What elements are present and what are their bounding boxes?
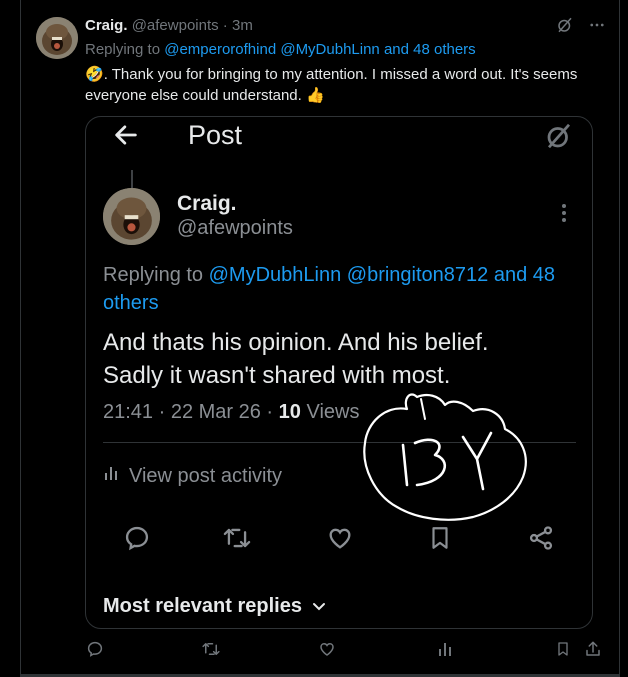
- share-upload-icon[interactable]: [584, 640, 602, 663]
- arrow-left-icon: [112, 121, 140, 154]
- author-name[interactable]: Craig.: [85, 17, 128, 34]
- post-title: Post: [188, 120, 243, 150]
- avatar-image: [103, 188, 160, 245]
- tweet-text: 🤣. Thank you for bringing to my attentio…: [85, 64, 605, 106]
- inner-author-handle: @afewpoints: [177, 217, 293, 239]
- avatar[interactable]: [36, 17, 78, 59]
- inner-post-text: And thats his opinion. And his belief. S…: [103, 326, 583, 392]
- most-relevant-replies: Most relevant replies: [103, 595, 326, 618]
- inner-time: 21:41 · 22 Mar 26 ·: [103, 401, 279, 423]
- tweet-top-icons: [556, 16, 606, 34]
- inner-author-name: Craig.: [177, 192, 237, 215]
- avatar-image: [36, 17, 78, 59]
- retweet-icon[interactable]: [201, 640, 221, 663]
- grok-icon[interactable]: [556, 16, 574, 34]
- bar-chart-icon: [103, 464, 121, 488]
- post-header-bar: Post: [86, 117, 592, 157]
- thread-line: [131, 170, 133, 190]
- tweet-action-bar: [0, 640, 628, 662]
- grok-icon: [544, 121, 574, 156]
- reply-icon[interactable]: [86, 640, 104, 663]
- tweet-time[interactable]: 3m: [232, 17, 253, 34]
- chevron-down-icon: [312, 595, 326, 618]
- reply-icon: [123, 524, 151, 557]
- bookmark-icon[interactable]: [555, 640, 571, 663]
- inner-views-label: Views: [300, 401, 360, 423]
- embedded-screenshot[interactable]: Post Craig. @afewpoints Replying to @MyD…: [85, 116, 593, 629]
- heart-icon[interactable]: [318, 640, 336, 663]
- replying-links[interactable]: @emperorofhind @MyDubhLinn and 48 others: [164, 41, 475, 58]
- view-post-activity: View post activity: [103, 464, 282, 488]
- handwritten-13y-scribble: [363, 393, 527, 521]
- tweet-header: Craig. @afewpoints · 3m: [85, 17, 253, 34]
- activity-label: View post activity: [129, 464, 283, 487]
- more-dots-icon[interactable]: [588, 16, 606, 34]
- inner-replying-prefix: Replying to: [103, 264, 209, 286]
- replying-prefix: Replying to: [85, 41, 165, 58]
- retweet-icon: [222, 524, 252, 557]
- author-handle[interactable]: @afewpoints: [132, 17, 219, 34]
- inner-text-line1: And thats his opinion. And his belief.: [103, 329, 489, 356]
- avatar: [103, 188, 160, 245]
- laughing-emoji: 🤣: [85, 66, 104, 83]
- relevant-label: Most relevant replies: [103, 595, 302, 617]
- more-dots-icon: [556, 201, 572, 230]
- time-separator: ·: [218, 17, 232, 34]
- bar-chart-icon[interactable]: [437, 640, 455, 663]
- inner-timestamp: 21:41 · 22 Mar 26 · 10 Views: [103, 401, 359, 424]
- replying-to: Replying to @emperorofhind @MyDubhLinn a…: [85, 41, 476, 58]
- heart-icon: [326, 524, 354, 557]
- inner-replying-to: Replying to @MyDubhLinn @bringiton8712 a…: [103, 261, 588, 317]
- inner-views-count: 10: [278, 401, 301, 423]
- thumbs-up-emoji: 👍: [305, 87, 325, 104]
- tweet-body: . Thank you for bringing to my attention…: [85, 66, 578, 104]
